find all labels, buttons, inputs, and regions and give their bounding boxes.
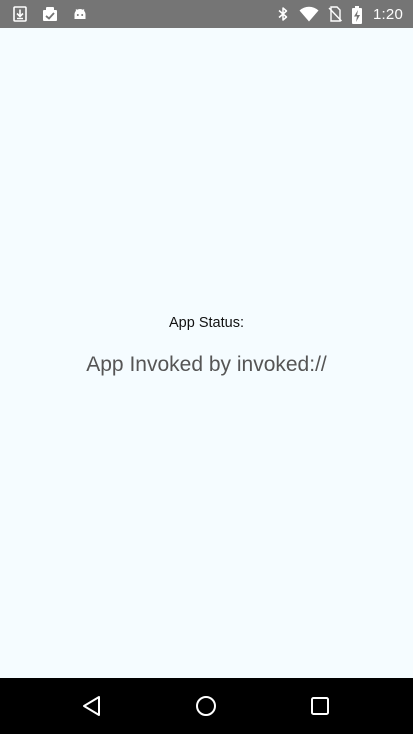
navigation-bar bbox=[0, 678, 413, 734]
notification-icons bbox=[12, 5, 88, 23]
wifi-icon bbox=[299, 6, 319, 22]
app-status-label: App Status: bbox=[169, 315, 244, 331]
battery-charging-icon bbox=[351, 6, 363, 24]
status-bar: 1:20 bbox=[0, 0, 413, 28]
bluetooth-icon bbox=[275, 6, 291, 22]
app-content: App Status: App Invoked by invoked:// bbox=[0, 28, 413, 678]
back-icon[interactable] bbox=[80, 694, 104, 718]
status-bar-clock: 1:20 bbox=[373, 5, 403, 23]
download-icon bbox=[12, 6, 28, 22]
no-sim-icon bbox=[327, 6, 343, 22]
clipboard-check-icon bbox=[42, 6, 58, 22]
recents-icon[interactable] bbox=[308, 694, 332, 718]
app-status-value: App Invoked by invoked:// bbox=[86, 353, 327, 376]
app-screen: 1:20 App Status: App Invoked by invoked:… bbox=[0, 0, 413, 734]
system-icons: 1:20 bbox=[275, 4, 403, 24]
home-icon[interactable] bbox=[194, 694, 218, 718]
android-icon bbox=[72, 6, 88, 22]
